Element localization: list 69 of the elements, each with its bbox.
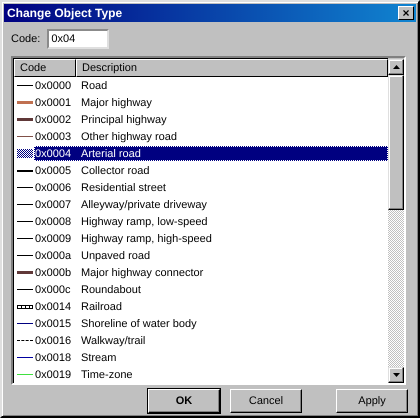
description-cell: Alleyway/private driveway <box>81 198 207 210</box>
description-cell: Walkway/trail <box>81 334 146 346</box>
list-item[interactable]: 0x000b Major highway connector <box>34 265 388 280</box>
code-cell-text: 0x0000 <box>35 80 72 92</box>
description-cell: Road <box>81 80 108 92</box>
code-label: Code: <box>11 33 40 45</box>
code-cell-text: 0x0009 <box>35 232 72 244</box>
list-item[interactable]: 0x0014 Railroad <box>34 299 388 314</box>
list-item[interactable]: 0x0019 Time-zone <box>34 367 388 382</box>
description-cell: Unpaved road <box>81 250 150 262</box>
description-cell: Roundabout <box>81 284 141 296</box>
list-item[interactable]: 0x0003 Other highway road <box>34 129 388 144</box>
list-item[interactable]: 0x0004 Arterial road <box>34 146 388 161</box>
list-item[interactable]: 0x0008 Highway ramp, low-speed <box>34 214 388 229</box>
list-item[interactable]: 0x0018 Stream <box>34 350 388 365</box>
description-cell: Major highway connector <box>81 266 204 278</box>
list-item[interactable]: 0x0005 Collector road <box>34 163 388 178</box>
code-cell-text: 0x0015 <box>35 318 72 330</box>
code-cell-text: 0x0006 <box>35 182 72 194</box>
list-item[interactable]: 0x0002 Principal highway <box>34 112 388 127</box>
description-cell: Shoreline of water body <box>81 318 197 330</box>
list-item[interactable]: 0x000c Roundabout <box>34 282 388 297</box>
description-cell: Residential street <box>81 182 166 194</box>
code-cell-text: 0x0005 <box>35 164 72 176</box>
scroll-thumb[interactable] <box>388 75 404 210</box>
code-cell-text: 0x0016 <box>35 334 72 346</box>
description-cell: Major highway <box>81 96 152 108</box>
list-item[interactable]: 0x0015 Shoreline of water body <box>34 316 388 331</box>
code-cell-text: 0x0004 <box>35 148 72 160</box>
code-cell-text: 0x000a <box>35 250 72 262</box>
down-arrow-icon <box>392 373 400 377</box>
description-cell: Highway ramp, low-speed <box>81 216 208 228</box>
dialog-button[interactable]: Cancel <box>230 389 302 413</box>
column-header[interactable]: Description <box>76 59 388 77</box>
list-item[interactable]: 0x0000 Road <box>34 78 388 93</box>
description-cell: Stream <box>81 352 116 364</box>
code-cell-text: 0x0019 <box>35 368 72 380</box>
code-cell-text: 0x0001 <box>35 96 72 108</box>
description-cell: Principal highway <box>81 114 167 126</box>
dialog-button[interactable]: OK <box>148 389 220 413</box>
code-cell-text: 0x0007 <box>35 198 72 210</box>
code-cell-text: 0x0018 <box>35 352 72 364</box>
list-item[interactable]: 0x0006 Residential street <box>34 180 388 195</box>
description-cell: Railroad <box>81 300 122 312</box>
list-item[interactable]: 0x000a Unpaved road <box>34 248 388 263</box>
up-arrow-icon <box>392 65 400 69</box>
list-item[interactable]: 0x0007 Alleyway/private driveway <box>34 197 388 212</box>
list-item[interactable]: 0x0001 Major highway <box>34 95 388 110</box>
scroll-down-button[interactable] <box>388 367 404 383</box>
code-cell-text: 0x0008 <box>35 216 72 228</box>
code-cell-text: 0x0002 <box>35 114 72 126</box>
window-title: Change Object Type <box>7 6 122 20</box>
code-cell-text: 0x0003 <box>35 130 72 142</box>
description-cell: Arterial road <box>81 148 141 160</box>
code-cell-text: 0x0014 <box>35 300 72 312</box>
column-header[interactable]: Code <box>14 59 76 77</box>
scroll-up-button[interactable] <box>388 59 404 75</box>
code-cell-text: 0x000c <box>35 284 72 296</box>
dialog-button[interactable]: Apply <box>336 389 408 413</box>
description-cell: Other highway road <box>81 130 177 142</box>
code-field[interactable]: 0x04 <box>47 29 110 49</box>
list-item[interactable]: 0x0016 Walkway/trail <box>34 333 388 348</box>
description-cell: Collector road <box>81 164 150 176</box>
scrollbar[interactable] <box>388 58 404 383</box>
code-cell-text: 0x000b <box>35 266 72 278</box>
description-cell: Time-zone <box>81 368 133 380</box>
list-item[interactable]: 0x0009 Highway ramp, high-speed <box>34 231 388 246</box>
description-cell: Highway ramp, high-speed <box>81 232 212 244</box>
close-button[interactable]: × <box>398 6 414 20</box>
